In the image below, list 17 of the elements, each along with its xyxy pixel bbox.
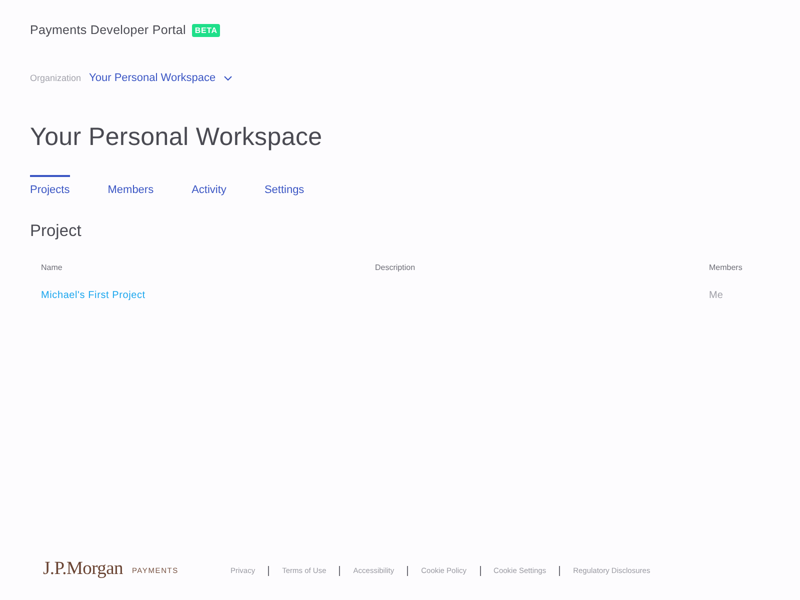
chevron-down-icon [224, 76, 232, 80]
beta-badge: BETA [192, 24, 220, 36]
project-link[interactable]: Michael's First Project [41, 289, 146, 303]
page-title: Your Personal Workspace [30, 122, 322, 153]
tab[interactable]: Activity [192, 175, 226, 197]
column-header: Name [41, 262, 62, 274]
tab[interactable]: Members [108, 175, 154, 197]
logo-wordmark: J.P.Morgan [43, 558, 123, 580]
tab[interactable]: Settings [264, 175, 304, 197]
column-header: Members [709, 262, 742, 274]
organization-label: Organization [30, 72, 82, 85]
organization-dropdown[interactable]: Your Personal Workspace [89, 70, 232, 86]
column-header: Description [375, 262, 416, 274]
table-cell: Me [709, 289, 723, 303]
tab[interactable]: Projects [30, 175, 70, 197]
section-title: Project [30, 221, 82, 242]
portal-title: Payments Developer Portal [30, 22, 186, 39]
